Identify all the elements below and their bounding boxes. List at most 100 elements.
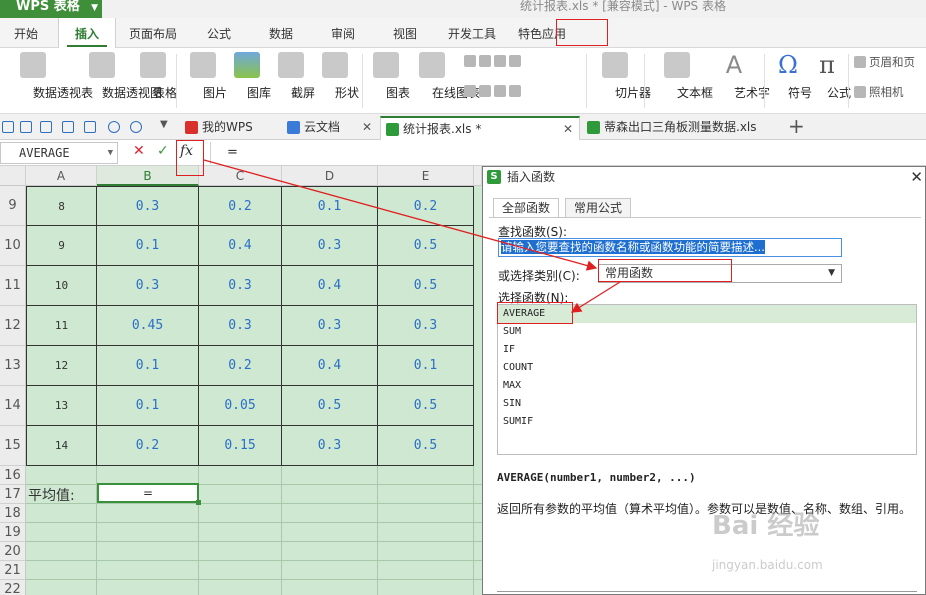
row-header[interactable]: 20 [0, 542, 26, 561]
row-header[interactable]: 18 [0, 504, 26, 523]
camera-button[interactable]: 照相机 [854, 84, 904, 100]
table-cell[interactable]: 0.05 [199, 386, 282, 426]
table-cell[interactable]: 9 [26, 226, 97, 266]
textbox-button[interactable]: 文本框 [652, 52, 713, 100]
chart-type-row-1[interactable] [464, 54, 524, 68]
table-cell[interactable]: 0.5 [282, 386, 378, 426]
table-cell[interactable]: 0.3 [97, 266, 199, 306]
function-item-count[interactable]: COUNT [498, 359, 916, 377]
tab-common-formulas[interactable]: 常用公式 [565, 198, 632, 218]
table-cell[interactable]: 10 [26, 266, 97, 306]
row-header[interactable]: 22 [0, 580, 26, 595]
tab-home[interactable]: 开始 [4, 18, 48, 48]
save-icon[interactable] [20, 121, 32, 133]
slicer-button[interactable]: 切片器 [594, 52, 651, 100]
table-button[interactable]: 表格 [138, 52, 177, 100]
open-folder-icon[interactable] [2, 121, 14, 133]
screenshot-button[interactable]: 截屏 [272, 52, 315, 100]
function-item-if[interactable]: IF [498, 341, 916, 359]
function-item-sumif[interactable]: SUMIF [498, 413, 916, 431]
table-cell[interactable]: 14 [26, 426, 97, 466]
print-icon[interactable] [62, 121, 74, 133]
doc-tab-measurement-data[interactable]: 蒂森出口三角板测量数据.xls [582, 116, 780, 140]
cancel-icon[interactable]: ✕ [133, 143, 145, 159]
doc-tab-my-wps[interactable]: 我的WPS [180, 116, 276, 140]
doc-tab-cloud-docs[interactable]: 云文档 ✕ [282, 116, 378, 140]
gallery-button[interactable]: 图库 [228, 52, 271, 100]
picture-button[interactable]: 图片 [184, 52, 227, 100]
table-cell[interactable]: 0.15 [199, 426, 282, 466]
column-header-c[interactable]: C [199, 166, 282, 186]
close-icon[interactable]: ✕ [362, 116, 372, 138]
print-preview-icon[interactable] [40, 121, 52, 133]
spreadsheet-grid[interactable]: A B C D E 9 8 0.3 0.2 0.1 0.2 10 9 0.1 0.4 0.3 0.5 1… [0, 166, 482, 595]
row-header[interactable]: 14 [0, 386, 26, 426]
wordart-button[interactable]: A 艺术字 [708, 52, 770, 100]
table-cell[interactable]: 0.2 [97, 426, 199, 466]
function-list[interactable]: AVERAGE SUM IF COUNT MAX SIN SUMIF [497, 304, 917, 455]
preview-icon[interactable] [84, 121, 96, 133]
function-item-sum[interactable]: SUM [498, 323, 916, 341]
table-cell[interactable]: 0.5 [378, 426, 474, 466]
formula-button[interactable]: π 公式 [810, 52, 851, 100]
header-footer-button[interactable]: 页眉和页 [854, 54, 915, 70]
table-cell[interactable]: 0.4 [282, 266, 378, 306]
column-header-f[interactable] [474, 166, 482, 186]
tab-review[interactable]: 审阅 [320, 18, 366, 48]
table-cell[interactable]: 0.3 [378, 306, 474, 346]
redo-icon[interactable] [130, 121, 142, 133]
column-header-e[interactable]: E [378, 166, 474, 186]
table-cell[interactable]: 0.1 [282, 186, 378, 226]
table-cell[interactable]: 0.1 [97, 346, 199, 386]
function-item-max[interactable]: MAX [498, 377, 916, 395]
tab-page-layout[interactable]: 页面布局 [122, 18, 184, 48]
shape-button[interactable]: 形状 [316, 52, 359, 100]
row-header[interactable]: 11 [0, 266, 26, 306]
tab-all-functions[interactable]: 全部函数 [493, 198, 560, 218]
close-icon[interactable]: ✕ [910, 167, 923, 187]
symbol-button[interactable]: Ω 符号 [768, 52, 812, 100]
row-header[interactable]: 13 [0, 346, 26, 386]
table-cell[interactable]: 0.5 [378, 226, 474, 266]
tab-insert[interactable]: 插入 [58, 18, 116, 49]
column-header-a[interactable]: A [26, 166, 97, 186]
table-cell[interactable]: 0.1 [97, 386, 199, 426]
online-chart-button[interactable]: 在线图表 [406, 52, 480, 100]
column-header-d[interactable]: D [282, 166, 378, 186]
doc-tab-stats-report[interactable]: 统计报表.xls * ✕ [380, 116, 580, 140]
table-cell[interactable]: 0.5 [378, 386, 474, 426]
chart-button[interactable]: 图表 [370, 52, 410, 100]
table-cell[interactable]: 0.2 [199, 346, 282, 386]
row-header[interactable]: 16 [0, 466, 26, 485]
corner-select-all[interactable] [0, 166, 26, 186]
table-cell[interactable]: 12 [26, 346, 97, 386]
row-header[interactable]: 9 [0, 186, 26, 226]
tab-developer[interactable]: 开发工具 [440, 18, 504, 48]
table-cell[interactable]: 0.5 [378, 266, 474, 306]
table-cell[interactable]: 0.3 [282, 306, 378, 346]
table-cell[interactable]: 0.3 [199, 266, 282, 306]
table-cell[interactable]: 0.4 [199, 226, 282, 266]
close-icon[interactable]: ✕ [563, 118, 573, 140]
app-menu-button[interactable]: WPS 表格 ▼ [0, 0, 102, 18]
table-cell[interactable]: 0.3 [282, 426, 378, 466]
row-header[interactable]: 21 [0, 561, 26, 580]
name-box[interactable]: AVERAGE ▼ [0, 142, 118, 164]
function-search-input[interactable]: 请输入您要查找的函数名称或函数功能的简要描述... [498, 238, 842, 257]
table-cell[interactable]: 0.3 [97, 186, 199, 226]
table-cell[interactable]: 11 [26, 306, 97, 346]
table-cell[interactable]: 8 [26, 186, 97, 226]
row-header[interactable]: 17 [0, 485, 26, 504]
chevron-down-icon[interactable]: ▼ [108, 143, 113, 163]
active-cell-b17[interactable]: = [97, 483, 201, 505]
row-header[interactable]: 19 [0, 523, 26, 542]
table-cell[interactable]: 0.1 [378, 346, 474, 386]
row-header[interactable]: 15 [0, 426, 26, 466]
chart-type-row-2[interactable] [464, 84, 524, 98]
tab-data[interactable]: 数据 [258, 18, 304, 48]
tab-formulas[interactable]: 公式 [196, 18, 242, 48]
table-cell[interactable]: 0.4 [282, 346, 378, 386]
confirm-icon[interactable]: ✓ [157, 143, 169, 159]
row-header[interactable]: 10 [0, 226, 26, 266]
pivot-chart-button[interactable]: 数据透视图 [72, 52, 162, 100]
